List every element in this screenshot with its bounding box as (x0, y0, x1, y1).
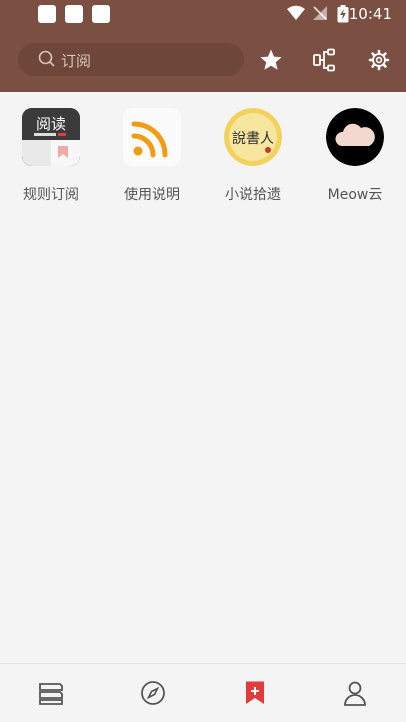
nav-rss-subscribe[interactable] (240, 678, 270, 708)
source-item[interactable]: 使用说明 (107, 108, 197, 204)
cloud-icon (326, 108, 384, 166)
rss-subscribe-icon (246, 681, 264, 704)
rss-source-grid: 阅读 规则订阅 使用说明 說書人 小说拾遗 Meow云 (0, 92, 406, 663)
source-name: 规则订阅 (23, 187, 79, 203)
group-button[interactable] (311, 47, 337, 73)
rss-icon (123, 108, 181, 166)
source-item[interactable]: 阅读 规则订阅 (6, 108, 96, 204)
battery-icon (337, 5, 349, 23)
signal-icon (313, 6, 327, 20)
source-name: 使用说明 (124, 187, 180, 203)
source-name: Meow云 (327, 187, 383, 203)
read-logo-text: 阅读 (36, 115, 66, 133)
nav-explore[interactable] (138, 678, 168, 708)
notification-icon (92, 5, 110, 23)
search-placeholder: 订阅 (61, 52, 92, 70)
my-icon (344, 681, 366, 706)
source-item[interactable]: Meow云 (310, 108, 400, 204)
status-bar: 10:41 (0, 0, 406, 30)
read-book-icon: 阅读 (22, 108, 80, 166)
nav-bookshelf[interactable] (36, 678, 66, 708)
notification-icon (65, 5, 83, 23)
gear-icon (368, 49, 390, 71)
nav-my[interactable] (340, 678, 370, 708)
notification-icon (38, 5, 56, 23)
explore-icon (141, 681, 165, 705)
story-teller-icon: 說書人 (224, 108, 282, 166)
source-item[interactable]: 說書人 小说拾遗 (208, 108, 298, 204)
favorites-button[interactable] (258, 47, 284, 73)
app-header: 10:41 订阅 (0, 0, 406, 92)
wifi-icon (287, 5, 305, 21)
clock: 10:41 (348, 5, 392, 23)
star-icon (260, 49, 282, 70)
search-icon (38, 50, 55, 67)
settings-button[interactable] (366, 47, 392, 73)
group-icon (313, 48, 335, 72)
bookshelf-icon (39, 683, 63, 705)
story-teller-text: 說書人 (232, 130, 274, 147)
source-name: 小说拾遗 (225, 187, 281, 203)
bottom-nav (0, 663, 406, 722)
search-input[interactable]: 订阅 (18, 43, 244, 76)
